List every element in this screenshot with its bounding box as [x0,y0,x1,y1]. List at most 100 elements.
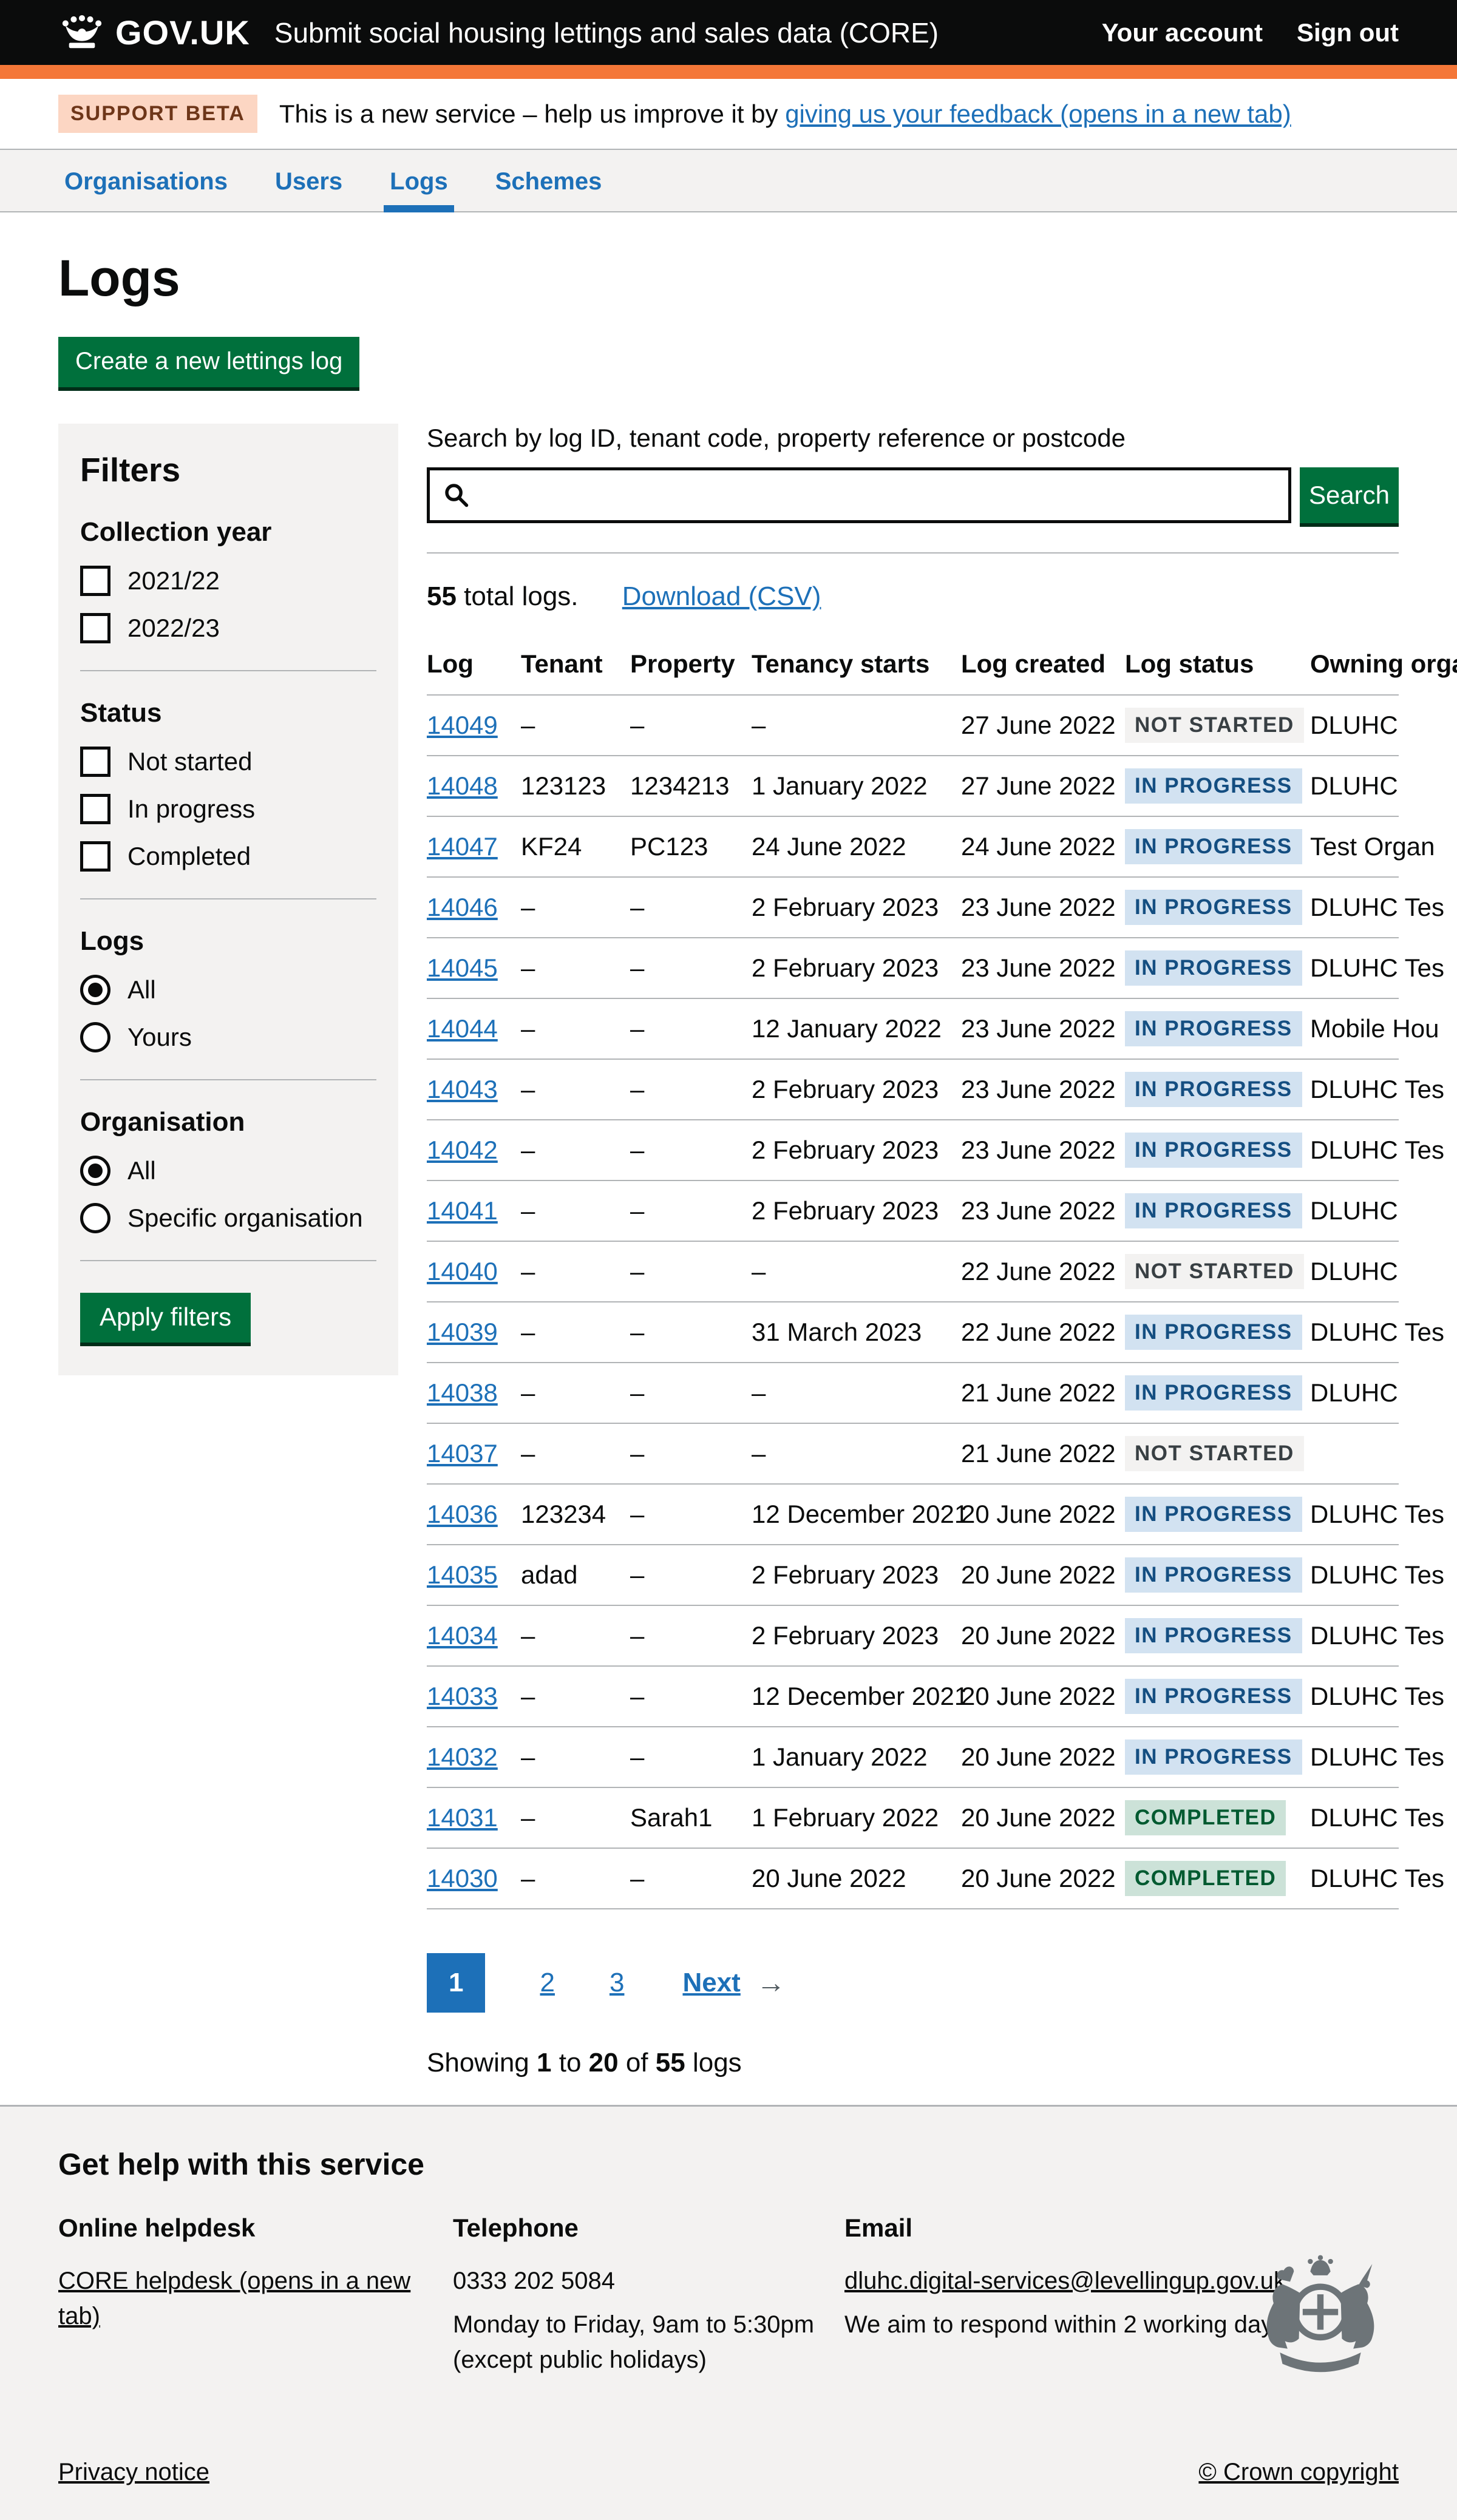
log-link[interactable]: 14030 [427,1864,498,1892]
feedback-link[interactable]: giving us your feedback (opens in a new … [785,100,1291,128]
tenancy-starts-cell: 24 June 2022 [752,816,961,877]
collection-year-heading: Collection year [80,517,376,547]
col-header-owning-organisation: Owning organisation [1310,640,1399,695]
checkbox-2021-22-box[interactable] [80,566,110,596]
log-created-cell: 23 June 2022 [961,1180,1125,1241]
radio-org-all[interactable]: All [80,1156,376,1186]
log-link[interactable]: 14031 [427,1803,498,1832]
log-link[interactable]: 14048 [427,771,498,800]
status-badge: IN PROGRESS [1125,768,1302,804]
pagination-next-arrow-icon[interactable]: → [756,1966,786,2000]
log-link[interactable]: 14046 [427,893,498,921]
search-input[interactable] [470,470,1288,520]
radio-org-all-control[interactable] [80,1156,110,1186]
radio-logs-all-control[interactable] [80,975,110,1005]
log-link[interactable]: 14044 [427,1014,498,1043]
tenant-cell: – [521,1848,630,1909]
page-title: Logs [58,249,1399,308]
radio-logs-all[interactable]: All [80,975,376,1005]
checkbox-2022-23-label: 2022/23 [127,614,220,643]
log-link[interactable]: 14035 [427,1560,498,1589]
log-link[interactable]: 14043 [427,1075,498,1103]
tenant-cell: – [521,1605,630,1666]
checkbox-completed-box[interactable] [80,841,110,872]
log-link[interactable]: 14042 [427,1136,498,1164]
owning-org-cell: Mobile Hou [1310,998,1399,1059]
results-divider [427,552,1399,554]
checkbox-2021-22-label: 2021/22 [127,566,220,595]
owning-org-cell: Test Organ [1310,816,1399,877]
search-button[interactable]: Search [1300,467,1399,523]
total-logs-label: total logs. [457,581,579,611]
log-created-cell: 22 June 2022 [961,1302,1125,1363]
checkbox-2022-23-box[interactable] [80,613,110,643]
owning-org-cell [1310,1423,1399,1484]
nav-item-organisations[interactable]: Organisations [58,150,234,211]
checkbox-completed[interactable]: Completed [80,841,376,872]
search-label: Search by log ID, tenant code, property … [427,424,1399,453]
nav-item-schemes[interactable]: Schemes [489,150,608,211]
log-created-cell: 22 June 2022 [961,1241,1125,1302]
pagination-page-2[interactable]: 2 [540,1968,554,1998]
log-created-cell: 20 June 2022 [961,1848,1125,1909]
col-header-log-created: Log created [961,640,1125,695]
log-link[interactable]: 14041 [427,1196,498,1225]
checkbox-not-started-box[interactable] [80,747,110,777]
checkbox-in-progress-box[interactable] [80,794,110,824]
log-link[interactable]: 14040 [427,1257,498,1285]
log-link[interactable]: 14033 [427,1682,498,1710]
core-helpdesk-link[interactable]: CORE helpdesk (opens in a new tab) [58,2263,453,2334]
table-row: 14034––2 February 202320 June 2022IN PRO… [427,1605,1399,1666]
radio-org-specific[interactable]: Specific organisation [80,1203,376,1233]
checkbox-2022-23[interactable]: 2022/23 [80,613,376,643]
nav-item-logs[interactable]: Logs [384,150,454,211]
apply-filters-button[interactable]: Apply filters [80,1293,251,1343]
log-link[interactable]: 14036 [427,1500,498,1528]
radio-logs-yours[interactable]: Yours [80,1022,376,1052]
sign-out-link[interactable]: Sign out [1297,18,1399,47]
tenant-cell: – [521,998,630,1059]
checkbox-2021-22[interactable]: 2021/22 [80,566,376,596]
results-section: Search by log ID, tenant code, property … [427,424,1399,2105]
log-created-cell: 23 June 2022 [961,938,1125,998]
checkbox-not-started[interactable]: Not started [80,747,376,777]
privacy-notice-link[interactable]: Privacy notice [58,2459,209,2486]
service-name[interactable]: Submit social housing lettings and sales… [274,16,1102,49]
tenant-cell: – [521,1241,630,1302]
property-cell: – [630,1423,752,1484]
phase-banner: SUPPORT BETA This is a new service – hel… [0,79,1457,150]
radio-org-specific-control[interactable] [80,1203,110,1233]
pagination-page-3[interactable]: 3 [610,1968,624,1998]
owning-org-cell: DLUHC Tes [1310,1605,1399,1666]
col-header-tenant: Tenant [521,640,630,695]
checkbox-in-progress[interactable]: In progress [80,794,376,824]
create-lettings-log-button[interactable]: Create a new lettings log [58,337,359,387]
pagination-next[interactable]: Next [682,1968,740,1998]
log-link[interactable]: 14045 [427,953,498,982]
nav-item-users[interactable]: Users [269,150,348,211]
crown-copyright-link[interactable]: © Crown copyright [1198,2459,1399,2486]
log-link[interactable]: 14038 [427,1378,498,1407]
showing-suffix: logs [685,2048,742,2078]
pagination-page-1-current[interactable]: 1 [427,1953,485,2013]
filter-divider [80,670,376,671]
results-bar: 55 total logs. Download (CSV) [427,581,1399,612]
log-link[interactable]: 14049 [427,711,498,739]
your-account-link[interactable]: Your account [1102,18,1263,47]
log-link[interactable]: 14032 [427,1743,498,1771]
radio-logs-yours-control[interactable] [80,1022,110,1052]
govuk-logotype[interactable]: GOV.UK [115,13,250,52]
table-row: 14031–Sarah11 February 202220 June 2022C… [427,1787,1399,1848]
download-csv-link[interactable]: Download (CSV) [622,581,821,611]
beta-tag: SUPPORT BETA [58,95,257,133]
header-account-nav: Your account Sign out [1102,18,1399,47]
log-created-cell: 20 June 2022 [961,1545,1125,1605]
tenancy-starts-cell: 1 February 2022 [752,1787,961,1848]
log-link[interactable]: 14039 [427,1318,498,1346]
owning-org-cell: DLUHC [1310,1180,1399,1241]
property-cell: – [630,695,752,756]
log-link[interactable]: 14034 [427,1621,498,1650]
log-link[interactable]: 14037 [427,1439,498,1468]
log-link[interactable]: 14047 [427,832,498,861]
property-cell: – [630,877,752,938]
